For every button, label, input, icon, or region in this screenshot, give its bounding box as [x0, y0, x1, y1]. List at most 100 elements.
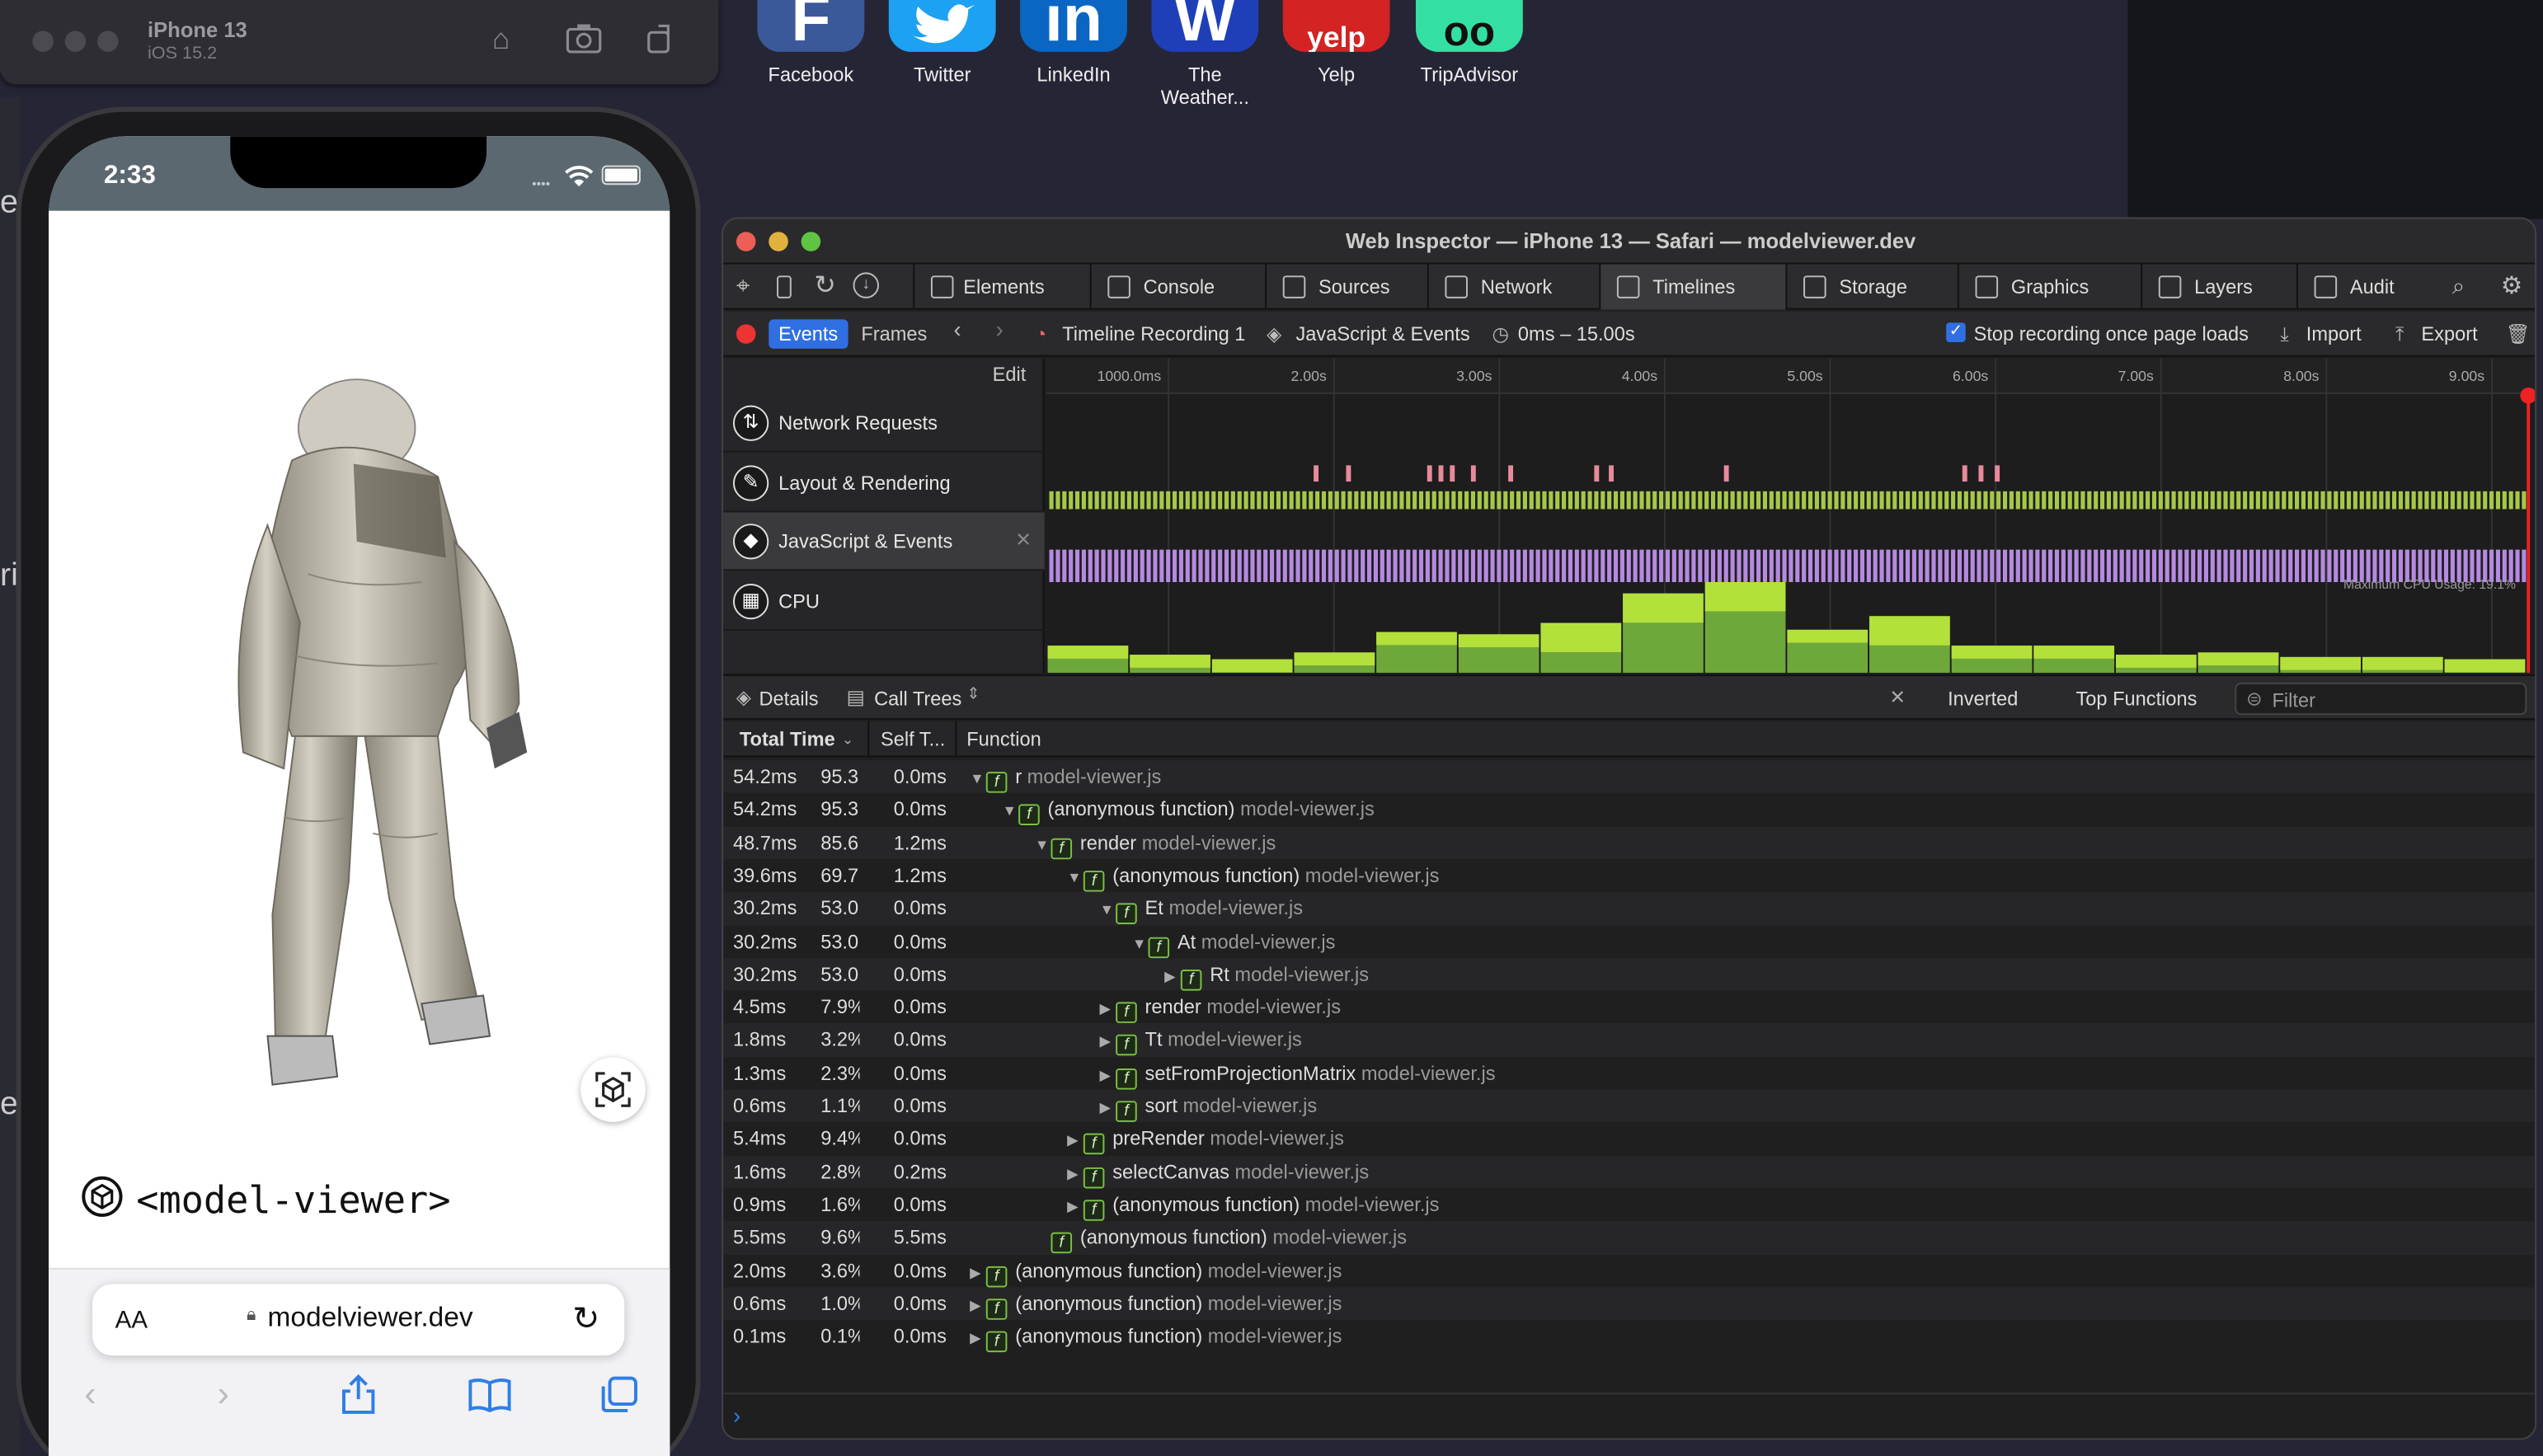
layout-event[interactable] [1978, 465, 1984, 482]
element-picker-icon[interactable]: ⌖ [736, 272, 750, 299]
disclosure-closed-icon[interactable]: ▶ [1099, 1092, 1116, 1124]
overview-row[interactable]: ✎ Layout & Rendering [723, 453, 1045, 512]
app-label[interactable]: TripAdvisor [1403, 63, 1535, 87]
edit-button[interactable]: Edit [993, 364, 1027, 387]
function-source-file[interactable]: model-viewer.js [1210, 1127, 1344, 1150]
disclosure-open-icon[interactable]: ▼ [1035, 828, 1051, 860]
app-label[interactable]: The Weather... [1148, 63, 1262, 109]
function-source-file[interactable]: model-viewer.js [1305, 864, 1440, 887]
table-row[interactable]: 0.1ms 0.1% 0.0ms ▶f (anonymous function) mod… [723, 1320, 2535, 1353]
app-label[interactable]: Yelp [1270, 63, 1403, 87]
tab-elements[interactable]: Elements [913, 264, 1089, 310]
app-icon-5[interactable]: oo [1416, 0, 1523, 52]
column-function[interactable]: Function [966, 728, 1041, 751]
settings-gear-icon[interactable]: ⚙ [2501, 270, 2522, 299]
disclosure-open-icon[interactable]: ▼ [970, 762, 986, 794]
function-source-file[interactable]: model-viewer.js [1183, 1094, 1318, 1117]
layout-event[interactable] [1995, 465, 2000, 482]
quick-console[interactable]: › [723, 1393, 2536, 1439]
table-row[interactable]: 0.6ms 1.1% 0.0ms ▶fsort model-viewer.js [723, 1089, 2536, 1124]
search-icon[interactable]: ⌕ [2452, 272, 2465, 299]
tabs-icon[interactable] [600, 1375, 639, 1414]
disclosure-closed-icon[interactable]: ▶ [1164, 960, 1181, 992]
function-source-file[interactable]: model-viewer.js [1234, 963, 1369, 986]
filter-input[interactable]: ⊜ Filter [2235, 682, 2527, 716]
minimize-button[interactable] [64, 31, 87, 52]
call-trees-selector[interactable]: Call Trees [874, 688, 961, 711]
details-crumb[interactable]: Details [759, 688, 818, 711]
download-icon[interactable]: ↓ [853, 272, 880, 298]
back-icon[interactable]: ‹ [84, 1374, 96, 1416]
tab-storage[interactable]: Storage [1785, 264, 1957, 310]
disclosure-closed-icon[interactable]: ▶ [1067, 1157, 1083, 1189]
app-icon-4[interactable]: yelp [1282, 0, 1390, 52]
disclosure-closed-icon[interactable]: ▶ [970, 1289, 986, 1321]
table-row[interactable]: 39.6ms 69.7 1.2ms ▼ f (anonymous function) mo… [723, 859, 2535, 892]
table-row[interactable]: 4.5ms 7.9% 0.0ms ▶frender model-viewer.js [723, 991, 2535, 1024]
table-row[interactable]: 30.2ms 53.0 0.0ms ▼ f At model-viewer.js [723, 925, 2535, 959]
disclosure-closed-icon[interactable]: ▶ [970, 1256, 986, 1288]
disclosure-open-icon[interactable]: ▼ [1002, 795, 1018, 827]
trash-icon[interactable]: 🗑︎ [2506, 321, 2531, 346]
tab-timelines[interactable]: Timelines [1599, 264, 1786, 310]
recording-name[interactable]: Timeline Recording 1 [1062, 321, 1245, 346]
export-button[interactable]: Export [2421, 321, 2477, 346]
table-row[interactable]: 1.3ms 2.3% 0.0ms ▶f setFromProjectionMatrix … [723, 1057, 2535, 1090]
table-row[interactable]: 5.4ms 9.4% 0.0ms ▶f preRender model-viewer.j… [723, 1122, 2535, 1155]
forward-icon[interactable]: › [996, 316, 1004, 341]
table-row[interactable]: 30.2ms 53.0 0.0ms ▼ f Et model-viewer.js [723, 891, 2536, 926]
bookmarks-icon[interactable] [467, 1377, 512, 1412]
disclosure-open-icon[interactable]: ▼ [1099, 894, 1116, 926]
overview-row[interactable]: ⇅ Network Requests [723, 394, 1045, 453]
table-row[interactable]: 54.2ms 95.3 0.0ms ▼ f r model-viewer.js [723, 760, 2536, 794]
tab-graphics[interactable]: Graphics [1957, 264, 2141, 310]
timeline-tracks[interactable] [1046, 359, 2536, 674]
app-icon-1[interactable] [888, 0, 996, 52]
app-icon-3[interactable]: W [1151, 0, 1259, 52]
function-source-file[interactable]: model-viewer.js [1208, 1259, 1342, 1282]
window-close-button[interactable] [736, 232, 756, 251]
time-range[interactable]: 0ms – 15.00s [1518, 321, 1635, 346]
function-source-file[interactable]: model-viewer.js [1305, 1193, 1440, 1216]
app-label[interactable]: Facebook [745, 63, 877, 87]
layout-event[interactable] [1450, 465, 1455, 482]
close-icon[interactable]: ✕ [1015, 528, 1032, 552]
forward-icon[interactable]: › [218, 1374, 229, 1416]
reload-icon[interactable]: ↻ [572, 1299, 599, 1339]
function-source-file[interactable]: model-viewer.js [1361, 1062, 1496, 1085]
layout-event[interactable] [1609, 465, 1614, 482]
table-row[interactable]: 5.5ms 9.6% 5.5ms f (anonymous function) mode… [723, 1221, 2536, 1255]
function-source-file[interactable]: model-viewer.js [1168, 897, 1303, 920]
zoom-button[interactable] [97, 31, 119, 52]
tab-sources[interactable]: Sources [1265, 264, 1427, 310]
table-row[interactable]: 1.8ms 3.2% 0.0ms ▶f Tt model-viewer.js [723, 1023, 2536, 1058]
frames-toggle[interactable]: Frames [861, 321, 927, 346]
disclosure-open-icon[interactable]: ▼ [1132, 927, 1149, 959]
screenshot-icon[interactable] [566, 23, 602, 59]
table-row[interactable]: 54.2ms 95.3 0.0ms ▼ f (anonymous function) mo… [723, 793, 2535, 827]
app-label[interactable]: Twitter [876, 63, 1008, 87]
table-row[interactable]: 0.9ms 1.6% 0.0ms ▶f (anonymous function) mod… [723, 1188, 2535, 1221]
function-source-file[interactable]: model-viewer.js [1201, 930, 1336, 953]
astronaut-model[interactable] [195, 364, 535, 1110]
table-row[interactable]: 2.0ms 3.6% 0.0ms ▶f (anonymous function) mod… [723, 1254, 2535, 1288]
app-label[interactable]: LinkedIn [1007, 63, 1140, 87]
table-row[interactable]: 1.6ms 2.8% 0.2ms ▶f selectCanvas model-viewe… [723, 1155, 2536, 1189]
record-button[interactable] [736, 324, 756, 344]
table-row[interactable]: 48.7ms 85.6 1.2ms ▼ f render model-viewer.js [723, 826, 2536, 860]
column-total-time[interactable]: Total Time [740, 728, 835, 751]
app-icon-0[interactable]: F [757, 0, 865, 52]
ar-button[interactable] [581, 1057, 646, 1122]
tab-audit[interactable]: Audit [2296, 264, 2433, 310]
window-minimize-button[interactable] [769, 232, 788, 251]
back-icon[interactable]: ‹ [953, 316, 961, 341]
tab-network[interactable]: Network [1427, 264, 1599, 310]
table-row[interactable]: 30.2ms 53.0 0.0ms ▶ f Rt model-viewer.js [723, 957, 2536, 992]
layout-event[interactable] [1594, 465, 1600, 482]
function-source-file[interactable]: model-viewer.js [1208, 1292, 1342, 1315]
disclosure-closed-icon[interactable]: ▶ [1099, 1026, 1116, 1058]
overview-row[interactable]: ◆ JavaScript & Events ✕ [723, 512, 1045, 571]
layout-event[interactable] [1314, 465, 1319, 482]
layout-event[interactable] [1346, 465, 1351, 482]
recording-scope[interactable]: JavaScript & Events [1295, 321, 1469, 346]
